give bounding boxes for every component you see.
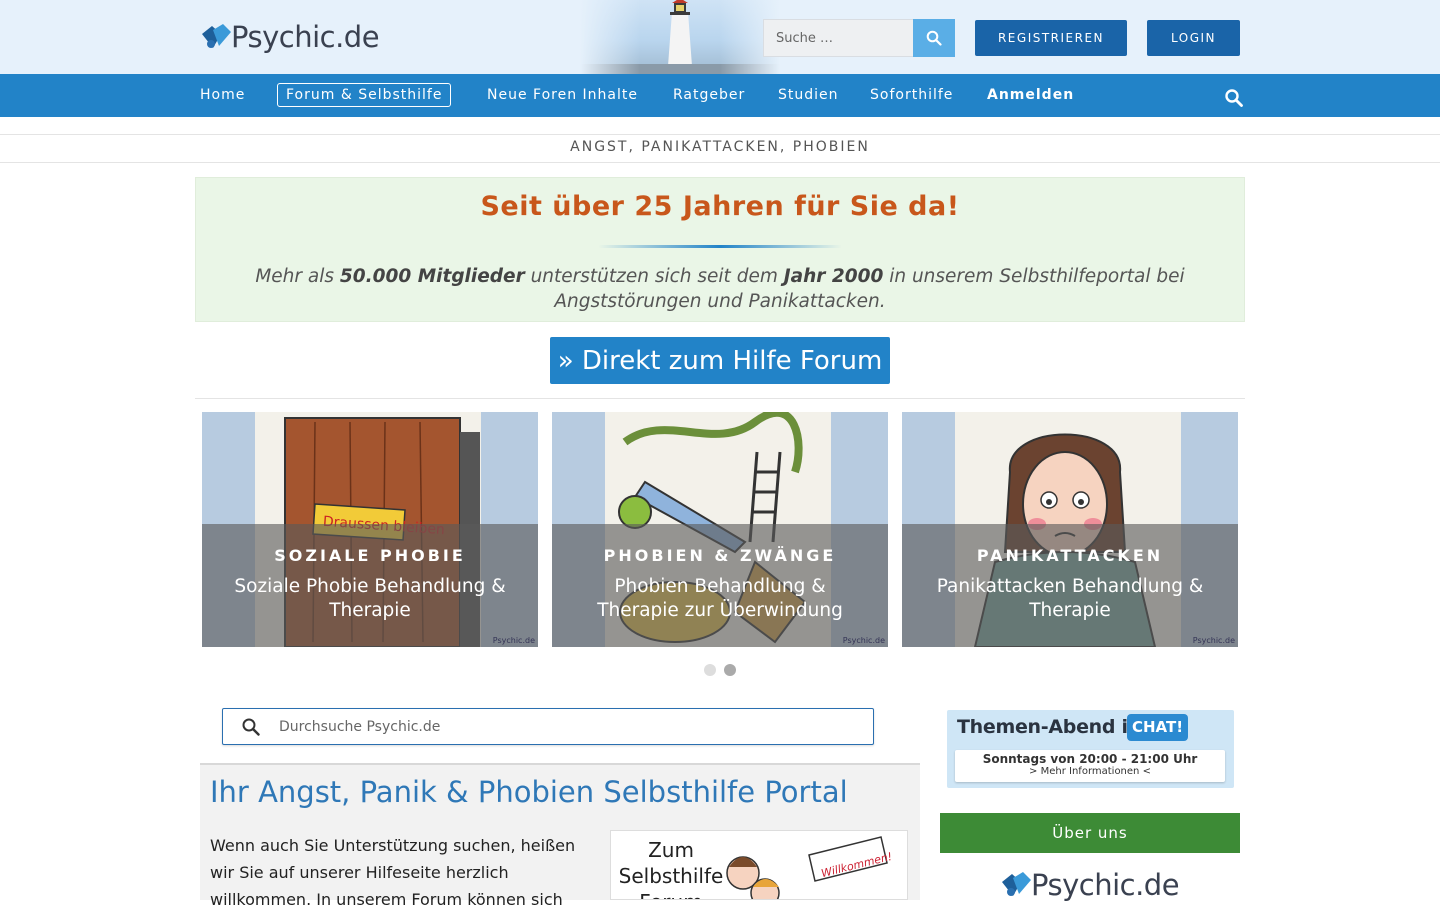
chat-more-link: > Mehr Informationen <: [1029, 766, 1151, 777]
banner-year: Jahr 2000: [783, 266, 884, 287]
card-watermark: Psychic.de: [492, 636, 535, 645]
nav-item-new-posts[interactable]: Neue Foren Inhalte: [487, 74, 638, 117]
section-divider: [195, 398, 1245, 399]
card-watermark: Psychic.de: [1192, 636, 1235, 645]
search-icon: [926, 30, 942, 46]
header-search-input[interactable]: Suche …: [763, 19, 913, 57]
forum-cta-button[interactable]: » Direkt zum Hilfe Forum: [550, 337, 890, 384]
sidebar-logo-text: Psychic.de: [1031, 868, 1180, 902]
card-description: Panikattacken Behandlung & Therapie: [936, 576, 1204, 621]
card-category: PANIKATTACKEN: [976, 546, 1164, 565]
card-watermark: Psychic.de: [842, 636, 885, 645]
card-description: Soziale Phobie Behandlung & Therapie: [234, 576, 506, 621]
card-description: Phobien Behandlung & Therapie zur Überwi…: [597, 576, 843, 621]
banner-divider: [598, 245, 842, 248]
search-icon: [242, 718, 260, 736]
site-header: Psychic.de Suche … REGISTRIEREN LOGIN: [0, 0, 1440, 74]
logo-text: Psychic.de: [231, 20, 380, 54]
intro-text: Wenn auch Sie Unterstützung suchen, heiß…: [210, 836, 576, 909]
banner-text: Mehr als 50.000 Mitglieder unterstützen …: [255, 266, 1185, 312]
sidebar-logo[interactable]: Psychic.de: [999, 868, 1180, 902]
header-search-button[interactable]: [913, 19, 955, 57]
nav-item-soforthilfe[interactable]: Soforthilfe: [870, 74, 953, 117]
chat-title: Themen-Abend im: [957, 716, 1148, 738]
header-search-placeholder: Suche …: [776, 31, 834, 46]
register-button[interactable]: REGISTRIEREN: [975, 20, 1127, 56]
carousel-dot-1[interactable]: [704, 664, 716, 676]
nav-item-forum[interactable]: Forum & Selbsthilfe: [277, 83, 452, 107]
chat-time-box: Sonntags von 20:00 - 21:00 Uhr > Mehr In…: [955, 750, 1225, 782]
banner-title: Seit über 25 Jahren für Sie da!: [480, 191, 960, 222]
card-category: PHOBIEN & ZWÄNGE: [603, 546, 837, 565]
handshake-logo-icon: [199, 20, 233, 54]
chat-evening-banner[interactable]: Themen-Abend im CHAT! Sonntags von 20:00…: [947, 710, 1234, 788]
nav-item-home[interactable]: Home: [200, 74, 245, 117]
nav-item-studien[interactable]: Studien: [778, 74, 839, 117]
welcome-illustration-icon: Willkommen!: [726, 836, 894, 899]
card-category: SOZIALE PHOBIE: [274, 546, 466, 565]
chat-badge: CHAT!: [1127, 714, 1189, 741]
forum-image-text: Zum Selbsthilfe Forum: [618, 838, 724, 899]
carousel-dot-2[interactable]: [724, 664, 736, 676]
site-logo[interactable]: Psychic.de: [199, 17, 380, 57]
nav-item-anmelden[interactable]: Anmelden: [987, 74, 1074, 117]
nav-item-ratgeber[interactable]: Ratgeber: [673, 74, 745, 117]
site-search-placeholder: Durchsuche Psychic.de: [279, 719, 441, 735]
banner-members-count: 50.000 Mitglieder: [339, 266, 525, 287]
about-us-button[interactable]: Über uns: [940, 813, 1240, 853]
lighthouse-fade: [580, 0, 640, 74]
card-panikattacken[interactable]: PANIKATTACKEN Panikattacken Behandlung &…: [902, 412, 1238, 647]
handshake-logo-icon: [999, 868, 1033, 902]
forum-link-image[interactable]: Zum Selbsthilfe Forum Willkommen!: [610, 830, 908, 900]
card-phobien-zwaenge[interactable]: PHOBIEN & ZWÄNGE Phobien Behandlung & Th…: [552, 412, 888, 647]
subheader-title: ANGST, PANIKATTACKEN, PHOBIEN: [570, 139, 870, 155]
intro-title: Ihr Angst, Panik & Phobien Selbsthilfe P…: [210, 775, 848, 809]
card-soziale-phobie[interactable]: Draussen bleiben SOZIALE PHOBIE Soziale …: [202, 412, 538, 647]
chat-time: Sonntags von 20:00 - 21:00 Uhr: [982, 752, 1198, 766]
login-button[interactable]: LOGIN: [1147, 20, 1240, 56]
nav-search-icon[interactable]: [1224, 88, 1244, 108]
